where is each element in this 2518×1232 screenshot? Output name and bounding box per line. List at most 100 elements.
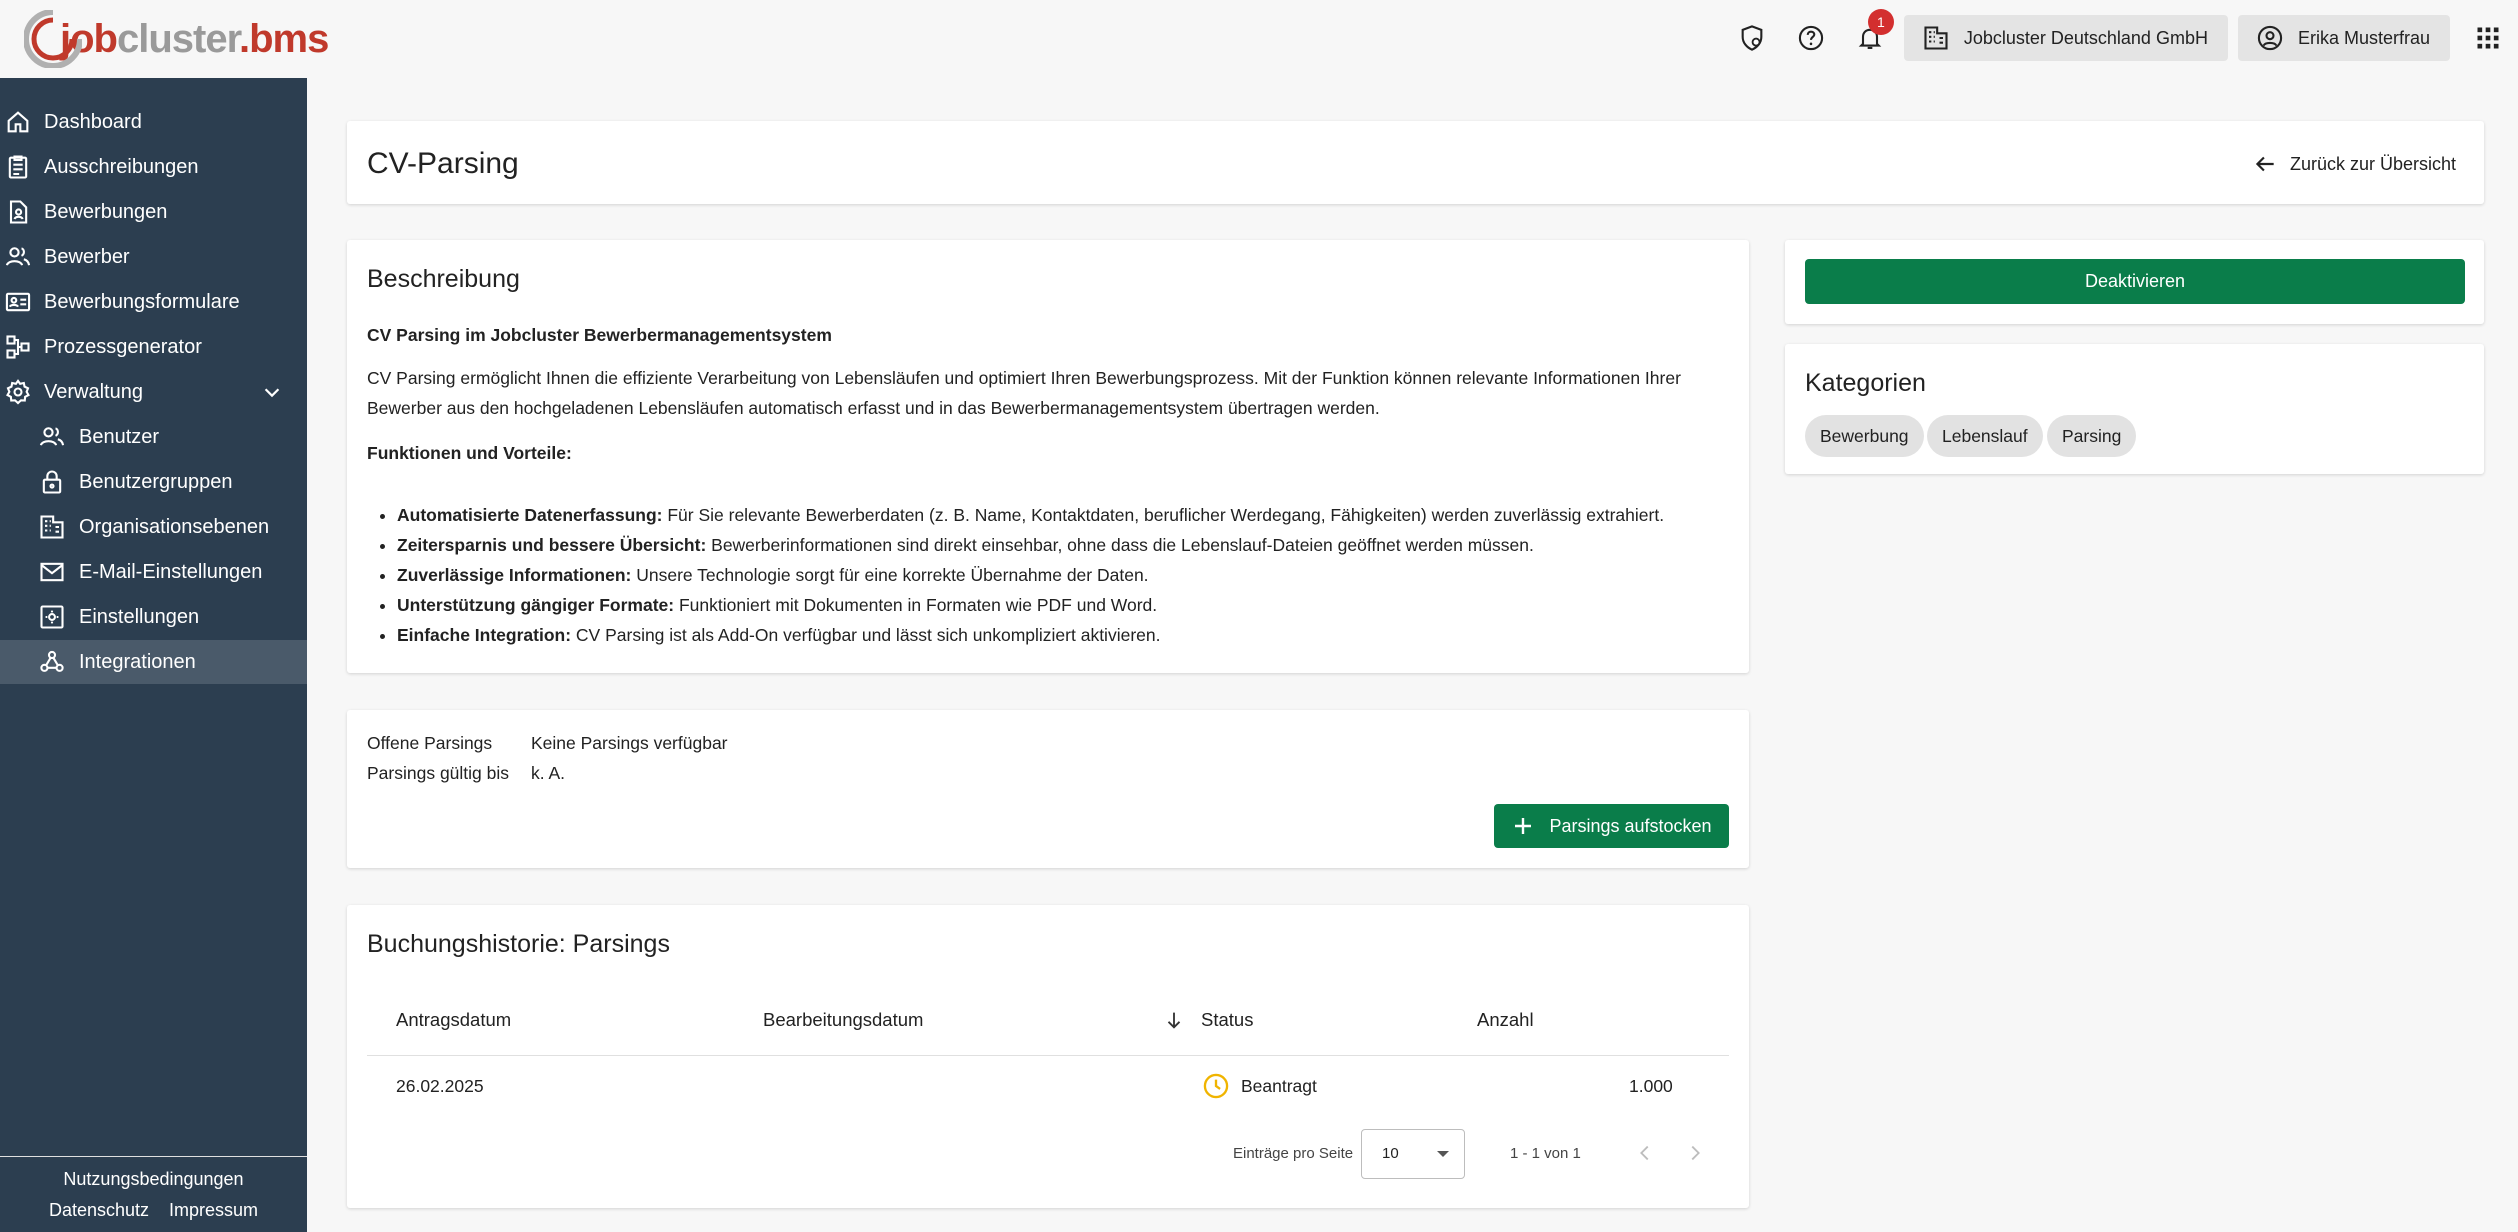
webhook-icon — [40, 650, 64, 672]
help-icon — [1798, 25, 1823, 51]
list-item: Automatisierte Datenerfassung: Für Sie r… — [397, 500, 1664, 530]
pagination-range: 1 - 1 von 1 — [1510, 1145, 1581, 1162]
sidebar-item-label: Organisationsebenen — [79, 515, 270, 538]
valid-until-value: k. A. — [531, 763, 566, 783]
sidebar-item-prozessgenerator[interactable]: Prozessgenerator — [0, 325, 307, 369]
column-header-anzahl[interactable]: Anzahl — [1477, 1009, 1534, 1031]
apps-button[interactable] — [2464, 14, 2512, 62]
sidebar-item-label: E-Mail-Einstellungen — [79, 560, 263, 583]
sidebar-item-organisationsebenen[interactable]: Organisationsebenen — [0, 505, 307, 549]
sidebar-item-ausschreibungen[interactable]: Ausschreibungen — [0, 145, 307, 189]
sidebar-item-email-einstellungen[interactable]: E-Mail-Einstellungen — [0, 550, 307, 594]
feature-text: Unsere Technologie sorgt für eine korrek… — [631, 565, 1149, 585]
notification-badge: 1 — [1867, 9, 1894, 35]
sidebar-item-label: Einstellungen — [79, 605, 200, 628]
imprint-link[interactable]: Impressum — [169, 1200, 258, 1221]
id-card-icon — [5, 292, 31, 312]
page-header-card: CV-Parsing Zurück zur Übersicht — [347, 121, 2484, 204]
feature-text: CV Parsing ist als Add-On verfügbar und … — [571, 625, 1161, 645]
feature-title: Zeitersparnis und bessere Übersicht: — [397, 535, 707, 555]
features-list: Automatisierte Datenerfassung: Für Sie r… — [397, 500, 1664, 650]
document-user-icon — [9, 200, 28, 224]
sidebar-item-label: Benutzergruppen — [79, 470, 233, 493]
feature-title: Automatisierte Datenerfassung: — [397, 505, 663, 525]
sidebar-item-bewerbungsformulare[interactable]: Bewerbungsformulare — [0, 280, 307, 324]
home-icon — [7, 111, 29, 133]
column-header-antragsdatum[interactable]: Antragsdatum — [396, 1009, 511, 1031]
feature-text: Bewerberinformationen sind direkt einseh… — [706, 535, 1534, 555]
description-card: Beschreibung CV Parsing im Jobcluster Be… — [347, 240, 1749, 673]
arrow-left-icon — [2255, 156, 2274, 172]
lock-icon — [42, 470, 62, 494]
category-chip: Parsing — [2047, 415, 2137, 457]
flowchart-icon — [6, 335, 30, 359]
logo-mark-icon — [23, 9, 83, 69]
open-parsings-value: Keine Parsings verfügbar — [531, 733, 728, 753]
per-page-select[interactable]: 10 — [1361, 1129, 1465, 1179]
sort-arrow-down-icon[interactable] — [1163, 1007, 1185, 1033]
per-page-value: 10 — [1382, 1145, 1399, 1162]
sidebar: Dashboard Ausschreibungen Bewerbungen Be… — [0, 78, 307, 1232]
list-item: Zeitersparnis und bessere Übersicht: Bew… — [397, 530, 1664, 560]
description-paragraph-line1: CV Parsing ermöglicht Ihnen die effizien… — [367, 368, 1681, 388]
help-button[interactable] — [1787, 14, 1835, 62]
table-divider — [367, 1055, 1729, 1056]
back-link-label: Zurück zur Übersicht — [2289, 153, 2456, 174]
sidebar-item-bewerbungen[interactable]: Bewerbungen — [0, 190, 307, 234]
shield-gear-icon — [1741, 25, 1763, 51]
sidebar-footer: Nutzungsbedingungen Datenschutz Impressu… — [0, 1156, 307, 1232]
logo-cluster-text: cluster — [116, 16, 240, 61]
categories-card: Kategorien Bewerbung Lebenslauf Parsing — [1785, 344, 2484, 474]
category-chip: Lebenslauf — [1927, 415, 2043, 457]
valid-until-label: Parsings gültig bis — [367, 763, 510, 783]
topup-button-label: Parsings aufstocken — [1549, 815, 1712, 836]
logo-bms-text: .bms — [238, 16, 329, 61]
back-to-overview-link[interactable]: Zurück zur Übersicht — [2252, 151, 2456, 177]
sidebar-item-benutzergruppen[interactable]: Benutzergruppen — [0, 460, 307, 504]
shield-settings-button[interactable] — [1728, 14, 1776, 62]
plus-icon — [1515, 818, 1532, 834]
feature-text: Für Sie relevante Bewerberdaten (z. B. N… — [662, 505, 1665, 525]
list-item: Zuverlässige Informationen: Unsere Techn… — [397, 560, 1664, 590]
sidebar-item-bewerber[interactable]: Bewerber — [0, 235, 307, 279]
activation-card: Deaktivieren — [1785, 240, 2484, 324]
privacy-link[interactable]: Datenschutz — [49, 1200, 149, 1221]
prev-page-icon[interactable] — [1634, 1141, 1656, 1165]
logo[interactable]: jobcluster.bms — [23, 8, 329, 70]
terms-link[interactable]: Nutzungsbedingungen — [63, 1169, 243, 1189]
sidebar-item-label: Bewerbungen — [44, 200, 168, 223]
open-parsings-label: Offene Parsings — [367, 733, 493, 753]
sidebar-item-label: Benutzer — [79, 425, 160, 448]
next-page-icon[interactable] — [1684, 1141, 1706, 1165]
page-title: CV-Parsing — [367, 147, 519, 180]
sidebar-item-label: Prozessgenerator — [44, 335, 202, 358]
history-heading: Buchungshistorie: Parsings — [367, 930, 670, 958]
sidebar-item-einstellungen[interactable]: Einstellungen — [0, 595, 307, 639]
building-icon — [1924, 26, 1948, 50]
cell-anzahl: 1.000 — [1629, 1076, 1673, 1096]
clipboard-icon — [8, 155, 28, 179]
sidebar-item-label: Bewerber — [44, 245, 130, 268]
notifications-button[interactable]: 1 — [1846, 9, 1894, 62]
sidebar-item-verwaltung[interactable]: Verwaltung — [0, 370, 307, 414]
feature-title: Einfache Integration: — [397, 625, 572, 645]
column-header-status[interactable]: Status — [1201, 1009, 1253, 1031]
chevron-down-icon — [264, 388, 280, 398]
categories-heading: Kategorien — [1805, 369, 1926, 397]
column-header-bearbeitungsdatum[interactable]: Bearbeitungsdatum — [763, 1009, 923, 1031]
sidebar-item-dashboard[interactable]: Dashboard — [0, 100, 307, 144]
top-bar: jobcluster.bms 1 Jobcluster Deutschland … — [0, 0, 2518, 78]
user-circle-icon — [2257, 25, 2283, 51]
feature-text: Funktioniert mit Dokumenten in Formaten … — [674, 595, 1158, 615]
parsings-topup-button[interactable]: Parsings aufstocken — [1494, 804, 1729, 848]
description-heading: Beschreibung — [367, 265, 520, 293]
company-name: Jobcluster Deutschland GmbH — [1963, 27, 2208, 48]
user-name: Erika Musterfrau — [2297, 27, 2430, 48]
sidebar-item-integrationen[interactable]: Integrationen — [0, 640, 307, 684]
sidebar-item-benutzer[interactable]: Benutzer — [0, 415, 307, 459]
user-menu-button[interactable]: Erika Musterfrau — [2237, 15, 2450, 61]
sidebar-item-label: Dashboard — [44, 110, 142, 133]
company-button[interactable]: Jobcluster Deutschland GmbH — [1903, 15, 2228, 61]
deactivate-button[interactable]: Deaktivieren — [1805, 259, 2465, 304]
users-icon — [5, 247, 31, 266]
